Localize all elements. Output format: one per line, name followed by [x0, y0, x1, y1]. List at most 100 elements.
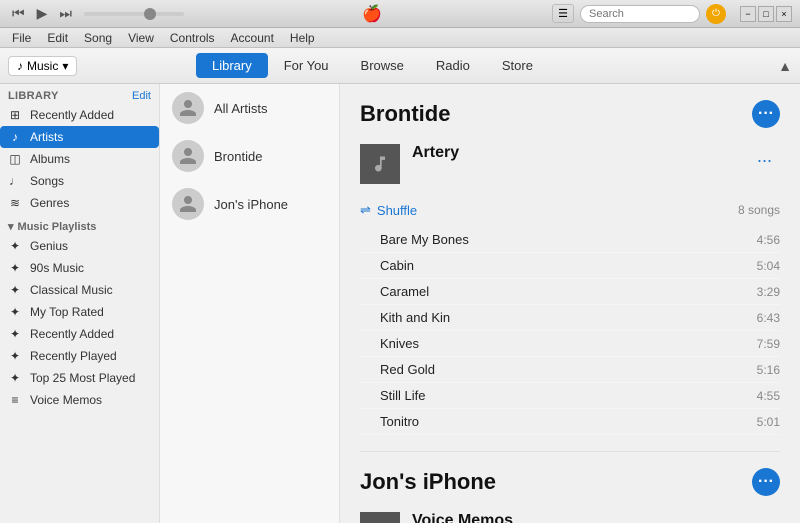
top-rated-icon: ✦: [8, 305, 22, 319]
track-duration: 5:01: [757, 415, 780, 429]
track-tonitro[interactable]: Tonitro 5:01: [360, 409, 780, 435]
tab-browse[interactable]: Browse: [345, 53, 420, 78]
menu-help[interactable]: Help: [282, 31, 323, 45]
tab-library[interactable]: Library: [196, 53, 268, 78]
recently-added-icon: ⊞: [8, 108, 22, 122]
classical-label: Classical Music: [30, 283, 113, 297]
top-25-icon: ✦: [8, 371, 22, 385]
track-red-gold[interactable]: Red Gold 5:16: [360, 357, 780, 383]
detail-panel: Brontide ··· Artery ... ⇌ Shuffle 8 song…: [340, 84, 800, 523]
artist-item-jons-iphone[interactable]: Jon's iPhone: [160, 180, 339, 228]
menu-view[interactable]: View: [120, 31, 162, 45]
sidebar-item-voice-memos[interactable]: ≡ Voice Memos: [0, 389, 159, 411]
menu-file[interactable]: File: [4, 31, 39, 45]
search-input[interactable]: [580, 5, 700, 23]
main-layout: Library Edit ⊞ Recently Added ♪ Artists …: [0, 84, 800, 523]
sidebar-item-artists[interactable]: ♪ Artists: [0, 126, 159, 148]
rewind-button[interactable]: ⏮: [8, 3, 29, 24]
voice-memos-info: Voice Memos Voice Memo • 2016: [412, 512, 734, 523]
menu-controls[interactable]: Controls: [162, 31, 223, 45]
songs-count: 8 songs: [738, 203, 780, 217]
progress-bar[interactable]: [84, 12, 184, 16]
library-header-label: Library: [8, 90, 59, 102]
all-artists-label: All Artists: [214, 101, 267, 116]
track-bare-my-bones[interactable]: Bare My Bones 4:56: [360, 227, 780, 253]
brontide-more-button[interactable]: ···: [752, 100, 780, 128]
artist-item-brontide[interactable]: Brontide: [160, 132, 339, 180]
sidebar-item-classical[interactable]: ✦ Classical Music: [0, 279, 159, 301]
sidebar-item-recently-added[interactable]: ⊞ Recently Added: [0, 104, 159, 126]
menu-bar: File Edit Song View Controls Account Hel…: [0, 28, 800, 48]
artery-album-row: Artery ...: [360, 144, 780, 184]
track-cabin[interactable]: Cabin 5:04: [360, 253, 780, 279]
recently-added-playlist-icon: ✦: [8, 327, 22, 341]
sidebar: Library Edit ⊞ Recently Added ♪ Artists …: [0, 84, 160, 523]
progress-track[interactable]: [84, 12, 184, 16]
track-duration: 6:43: [757, 311, 780, 325]
sidebar-item-genres[interactable]: ≋ Genres: [0, 192, 159, 214]
source-label: Music: [27, 59, 58, 73]
sidebar-item-songs[interactable]: ♩ Songs: [0, 170, 159, 192]
brontide-name: Brontide: [360, 101, 450, 127]
track-duration: 4:55: [757, 389, 780, 403]
jons-iphone-more-button[interactable]: ···: [752, 468, 780, 496]
track-duration: 5:16: [757, 363, 780, 377]
classical-icon: ✦: [8, 283, 22, 297]
playlists-header-label: Music Playlists: [18, 221, 97, 233]
brontide-section: Brontide ··· Artery ... ⇌ Shuffle 8 song…: [340, 84, 800, 451]
sidebar-item-albums[interactable]: ◫ Albums: [0, 148, 159, 170]
menu-account[interactable]: Account: [223, 31, 282, 45]
playback-controls: ⏮ ▶ ⏭: [8, 3, 76, 24]
jons-iphone-name: Jon's iPhone: [360, 469, 496, 495]
airplay-button[interactable]: ▲: [778, 58, 792, 74]
track-duration: 4:56: [757, 233, 780, 247]
track-title: Caramel: [380, 284, 429, 299]
sidebar-item-recently-played[interactable]: ✦ Recently Played: [0, 345, 159, 367]
track-still-life[interactable]: Still Life 4:55: [360, 383, 780, 409]
source-selector[interactable]: ♪ Music ▾: [8, 56, 77, 76]
track-title: Tonitro: [380, 414, 419, 429]
sidebar-songs-label: Songs: [30, 174, 64, 188]
track-knives[interactable]: Knives 7:59: [360, 331, 780, 357]
sidebar-albums-label: Albums: [30, 152, 70, 166]
artery-album-info: Artery: [412, 144, 737, 162]
all-artists-item[interactable]: All Artists: [160, 84, 339, 132]
edit-button[interactable]: Edit: [132, 90, 151, 102]
songs-icon: ♩: [8, 174, 22, 188]
track-title: Cabin: [380, 258, 414, 273]
sidebar-item-top-25[interactable]: ✦ Top 25 Most Played: [0, 367, 159, 389]
play-button[interactable]: ▶: [33, 3, 52, 24]
minimize-button[interactable]: −: [740, 6, 756, 22]
menu-icon-button[interactable]: ☰: [552, 4, 574, 23]
artists-icon: ♪: [8, 130, 22, 144]
track-duration: 5:04: [757, 259, 780, 273]
progress-thumb[interactable]: [144, 8, 156, 20]
menu-song[interactable]: Song: [76, 31, 120, 45]
sidebar-item-genius[interactable]: ✦ Genius: [0, 235, 159, 257]
brontide-shuffle-button[interactable]: ⇌ Shuffle: [360, 202, 417, 218]
window-controls: − □ ×: [740, 6, 792, 22]
source-chevron-icon: ▾: [62, 59, 68, 73]
track-caramel[interactable]: Caramel 3:29: [360, 279, 780, 305]
track-kith-and-kin[interactable]: Kith and Kin 6:43: [360, 305, 780, 331]
sidebar-item-recently-added-playlist[interactable]: ✦ Recently Added: [0, 323, 159, 345]
tab-for-you[interactable]: For You: [268, 53, 345, 78]
tab-store[interactable]: Store: [486, 53, 549, 78]
artery-more-button[interactable]: ...: [749, 144, 780, 169]
power-button[interactable]: ⏻: [706, 4, 726, 24]
track-title: Kith and Kin: [380, 310, 450, 325]
maximize-button[interactable]: □: [758, 6, 774, 22]
voice-memos-title: Voice Memos: [412, 512, 734, 523]
tab-radio[interactable]: Radio: [420, 53, 486, 78]
apple-logo: 🍎: [192, 4, 552, 24]
sidebar-genres-label: Genres: [30, 196, 69, 210]
voice-memos-more-button[interactable]: ···: [746, 512, 780, 523]
genius-label: Genius: [30, 239, 68, 253]
sidebar-item-top-rated[interactable]: ✦ My Top Rated: [0, 301, 159, 323]
sidebar-item-90s-music[interactable]: ✦ 90s Music: [0, 257, 159, 279]
playlists-header[interactable]: ▾ Music Playlists: [0, 214, 159, 235]
track-duration: 3:29: [757, 285, 780, 299]
fast-forward-button[interactable]: ⏭: [55, 3, 76, 24]
menu-edit[interactable]: Edit: [39, 31, 76, 45]
close-button[interactable]: ×: [776, 6, 792, 22]
